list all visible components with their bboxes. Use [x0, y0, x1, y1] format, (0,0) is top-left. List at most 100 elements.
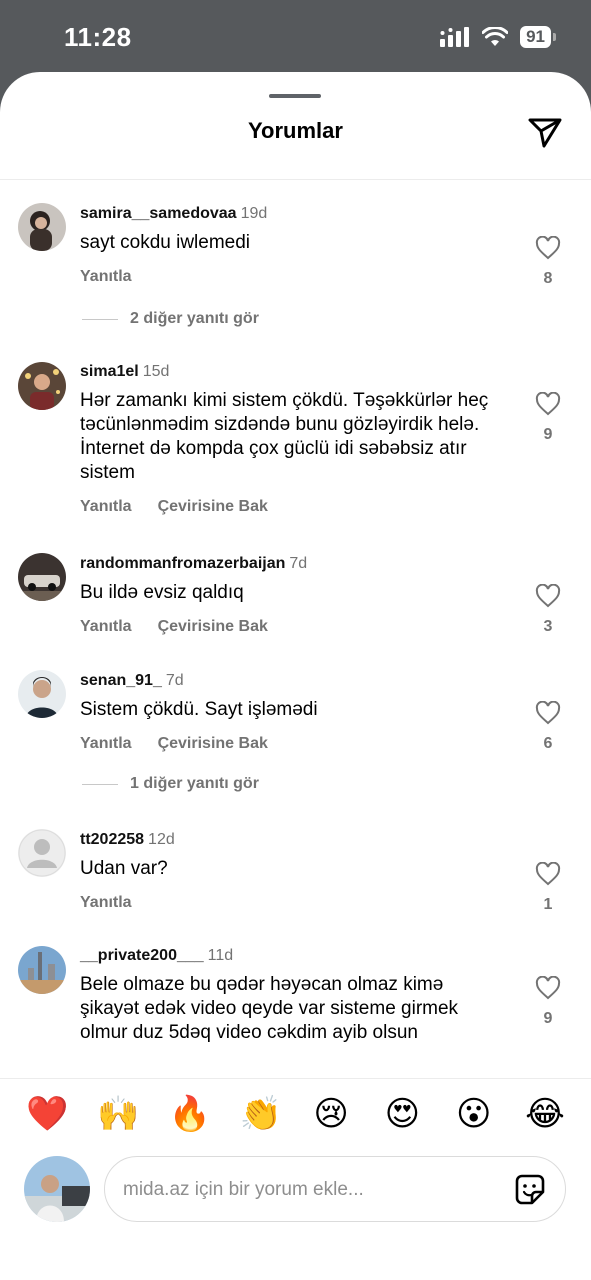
comment-username[interactable]: senan_91_: [80, 672, 162, 689]
surprised-emoji-button[interactable]: 😮: [454, 1094, 494, 1134]
comment-text: Bu ildə evsiz qaldıq: [80, 582, 244, 603]
comment-actions: Yanıtla: [80, 894, 500, 912]
comment-username[interactable]: sima1el: [80, 363, 139, 380]
comment-text: sayt cokdu iwlemedi: [80, 232, 251, 253]
see-translation-button[interactable]: Çevirisine Bak: [158, 735, 268, 753]
avatar[interactable]: [18, 829, 66, 877]
comment-body: randommanfromazerbaijan 7d Bu ildə evsiz …: [80, 554, 500, 636]
like-control: 9: [532, 976, 564, 1028]
comment-time: 7d: [165, 672, 184, 689]
replies-label: 1 diğer yanıtı gör: [130, 775, 259, 792]
comment-time: 19d: [240, 205, 268, 222]
comments-sheet: Yorumlar samira__samedovaa 19d sayt cokdu…: [0, 72, 591, 1280]
heart-icon[interactable]: [535, 701, 561, 725]
comment-time: 12d: [148, 831, 175, 848]
like-control: 6: [532, 701, 564, 753]
avatar[interactable]: [18, 362, 66, 410]
wifi-icon: [482, 27, 509, 46]
comment-text: Bele olmaze bu qədər həyəcan olmaz kimə …: [80, 974, 459, 1043]
sheet-header: Yorumlar: [0, 72, 591, 180]
comment-body: senan_91_ 7d Sistem çökdü. Sayt işləmədi …: [80, 671, 500, 753]
comment-item: sima1el 15d Hər zamankı kimi sistem çökdü…: [0, 360, 591, 520]
comment-body: __private200___ 11d Bele olmaze bu qədər …: [80, 946, 500, 1045]
comment-body: samira__samedovaa 19d sayt cokdu iwlemedi…: [80, 204, 500, 286]
clapping-emoji-button[interactable]: 👏: [240, 1094, 282, 1134]
comment-item: __private200___ 11d Bele olmaze bu qədər …: [0, 944, 591, 1078]
heart-emoji-button[interactable]: ❤️: [26, 1094, 68, 1134]
view-replies-button[interactable]: 1 diğer yanıtı gör: [82, 775, 259, 793]
like-control: 9: [532, 392, 564, 444]
comment-actions: Yanıtla Çevirisine Bak: [80, 498, 500, 516]
heart-icon[interactable]: [535, 392, 561, 416]
like-control: 1: [532, 862, 564, 914]
avatar[interactable]: [18, 946, 66, 994]
comment-meta: __private200___ 11d: [80, 946, 500, 966]
like-control: 3: [532, 584, 564, 636]
comment-time: 15d: [142, 363, 170, 380]
battery-indicator: 91: [520, 26, 556, 48]
avatar[interactable]: [18, 553, 66, 601]
comment-meta: samira__samedovaa 19d: [80, 204, 500, 224]
signal-icon: [440, 27, 470, 47]
comment-username[interactable]: randommanfromazerbaijan: [80, 555, 285, 572]
reply-button[interactable]: Yanıtla: [80, 268, 132, 286]
sticker-icon[interactable]: [511, 1171, 549, 1209]
comment-actions: Yanıtla Çevirisine Bak: [80, 618, 500, 636]
comment-item: senan_91_ 7d Sistem çökdü. Sayt işləmədi …: [0, 667, 591, 807]
comment-input-placeholder: mida.az için bir yorum ekle...: [123, 1179, 364, 1200]
comment-text: Udan var?: [80, 858, 168, 879]
crying-emoji-button[interactable]: 😢: [311, 1094, 351, 1134]
replies-label: 2 diğer yanıtı gör: [130, 310, 259, 327]
replies-divider: [82, 318, 118, 320]
avatar[interactable]: [18, 670, 66, 718]
fire-emoji-button[interactable]: 🔥: [169, 1094, 211, 1134]
like-count: 1: [543, 896, 553, 913]
replies-divider: [82, 783, 118, 785]
send-icon[interactable]: [525, 112, 565, 152]
reply-button[interactable]: Yanıtla: [80, 498, 132, 516]
comment-time: 11d: [207, 947, 234, 964]
reply-button[interactable]: Yanıtla: [80, 618, 132, 636]
comment-item: samira__samedovaa 19d sayt cokdu iwlemedi…: [0, 200, 591, 340]
like-count: 9: [543, 426, 553, 443]
current-user-avatar: [24, 1156, 90, 1222]
comment-item: tt202258 12d Udan var? Yanıtla 1: [0, 826, 591, 926]
comment-text: Sistem çökdü. Sayt işləmədi: [80, 699, 318, 720]
comment-username[interactable]: tt202258: [80, 831, 144, 848]
heart-icon[interactable]: [535, 584, 561, 608]
see-translation-button[interactable]: Çevirisine Bak: [158, 498, 268, 516]
comment-meta: senan_91_ 7d: [80, 671, 500, 691]
comment-composer: mida.az için bir yorum ekle...: [0, 1148, 591, 1280]
reply-button[interactable]: Yanıtla: [80, 735, 132, 753]
comment-body: sima1el 15d Hər zamankı kimi sistem çökdü…: [80, 362, 500, 516]
like-control: 8: [532, 236, 564, 288]
comment-username[interactable]: __private200___: [80, 947, 204, 964]
comment-meta: sima1el 15d: [80, 362, 500, 382]
comment-username[interactable]: samira__samedovaa: [80, 205, 237, 222]
comment-actions: Yanıtla: [80, 268, 500, 286]
laughing-emoji-button[interactable]: 😂: [525, 1094, 565, 1134]
raising-hands-emoji-button[interactable]: 🙌: [97, 1094, 139, 1134]
emoji-reaction-bar: ❤️ 🙌 🔥 👏 😢 😍 😮 😂: [0, 1078, 591, 1148]
view-replies-button[interactable]: 2 diğer yanıtı gör: [82, 310, 259, 328]
comment-text: Hər zamankı kimi sistem çökdü. Təşəkkürl…: [80, 390, 489, 483]
comment-time: 7d: [289, 555, 308, 572]
heart-icon[interactable]: [535, 862, 561, 886]
comment-input[interactable]: mida.az için bir yorum ekle...: [104, 1156, 566, 1222]
comment-meta: tt202258 12d: [80, 830, 500, 850]
comment-actions: Yanıtla Çevirisine Bak: [80, 735, 500, 753]
see-translation-button[interactable]: Çevirisine Bak: [158, 618, 268, 636]
sheet-title: Yorumlar: [248, 118, 343, 143]
comment-body: tt202258 12d Udan var? Yanıtla: [80, 830, 500, 912]
status-icons: 91: [440, 26, 556, 48]
status-bar: 11:28 91: [0, 0, 591, 72]
avatar[interactable]: [18, 203, 66, 251]
like-count: 6: [543, 735, 553, 752]
like-count: 8: [543, 270, 553, 287]
heart-icon[interactable]: [535, 236, 561, 260]
heart-icon[interactable]: [535, 976, 561, 1000]
heart-eyes-emoji-button[interactable]: 😍: [382, 1094, 422, 1134]
comment-list[interactable]: samira__samedovaa 19d sayt cokdu iwlemedi…: [0, 180, 591, 1078]
like-count: 9: [543, 1010, 553, 1027]
reply-button[interactable]: Yanıtla: [80, 894, 132, 912]
